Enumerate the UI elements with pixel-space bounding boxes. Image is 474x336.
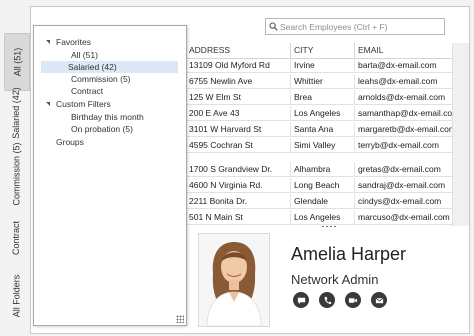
tab-commission[interactable]: Commission (5) bbox=[4, 140, 28, 208]
filter-birthday[interactable]: Birthday this month bbox=[68, 111, 147, 123]
column-header-address[interactable]: ADDRESS bbox=[186, 43, 290, 58]
grid-header: ADDRESS CITY EMAIL bbox=[186, 43, 452, 59]
filter-probation[interactable]: On probation (5) bbox=[68, 123, 136, 135]
email-icon bbox=[375, 297, 383, 303]
folder-group-favorites[interactable]: Favorites bbox=[56, 36, 91, 48]
video-button[interactable] bbox=[345, 292, 361, 308]
table-row[interactable]: 3101 W Harvard St Santa Ana margaretb@dx-e… bbox=[186, 122, 452, 137]
address-cell: 2211 Bonita Dr. bbox=[189, 196, 247, 206]
table-row[interactable]: 6755 Newlin Ave Whittier leahs@dx-email.co… bbox=[186, 74, 452, 89]
tab-all-folders[interactable]: All Folders bbox=[4, 268, 28, 324]
tab-all-folders-label: All Folders bbox=[11, 274, 22, 318]
phone-icon bbox=[324, 296, 331, 304]
column-header-email[interactable]: EMAIL bbox=[354, 43, 452, 58]
splitter-handle[interactable] bbox=[321, 225, 337, 228]
employee-name: Amelia Harper bbox=[291, 244, 407, 264]
address-cell: 125 W Elm St bbox=[189, 92, 241, 102]
table-row[interactable]: 1700 S Grandview Dr. Alhambra gretas@dx-em… bbox=[186, 162, 452, 177]
email-cell: cindys@dx-email.com bbox=[354, 194, 452, 209]
folder-item-contract[interactable]: Contract bbox=[68, 85, 106, 97]
email-button[interactable] bbox=[371, 292, 387, 308]
tab-contract-label: Contract bbox=[11, 220, 22, 256]
address-cell: 6755 Newlin Ave bbox=[189, 76, 253, 86]
table-row[interactable]: 501 N Main St Los Angeles marcuso@dx-email… bbox=[186, 210, 452, 225]
email-cell: samanthap@dx-email.com bbox=[354, 106, 452, 121]
employee-detail-card: Amelia Harper Network Admin bbox=[188, 232, 452, 327]
phone-button[interactable] bbox=[319, 292, 335, 308]
city-cell: Glendale bbox=[290, 194, 354, 209]
employee-photo bbox=[198, 233, 270, 327]
folders-popup: Favorites All (51) Salaried (42) Commiss… bbox=[33, 25, 187, 326]
address-cell: 4600 N Virginia Rd. bbox=[189, 180, 263, 190]
address-cell: 3101 W Harvard St bbox=[189, 124, 262, 134]
vertical-tab-strip: All (51) Salaried (42) Commission (5) Co… bbox=[0, 0, 30, 336]
email-cell: marcuso@dx-email.com bbox=[354, 210, 452, 225]
city-cell: Los Angeles bbox=[290, 210, 354, 225]
address-cell: 4595 Cochran St bbox=[189, 140, 253, 150]
city-cell: Whittier bbox=[290, 74, 354, 89]
table-row[interactable]: 4600 N Virginia Rd. Long Beach sandraj@dx-… bbox=[186, 178, 452, 193]
city-cell: Simi Valley bbox=[290, 138, 354, 153]
folder-item-salaried[interactable]: Salaried (42) bbox=[41, 61, 178, 73]
search-placeholder: Search Employees (Ctrl + F) bbox=[280, 21, 388, 32]
email-cell: gretas@dx-email.com bbox=[354, 162, 452, 177]
tab-salaried[interactable]: Salaried (42) bbox=[4, 80, 28, 146]
tab-all-label: All (51) bbox=[12, 47, 23, 77]
folder-item-groups[interactable]: Groups bbox=[56, 136, 84, 148]
app-window: All (51) Salaried (42) Commission (5) Co… bbox=[0, 0, 474, 336]
grid-scrollbar[interactable] bbox=[452, 43, 469, 226]
collapse-favorites-icon[interactable] bbox=[46, 40, 50, 44]
email-cell: sandraj@dx-email.com bbox=[354, 178, 452, 193]
employee-title: Network Admin bbox=[291, 272, 379, 287]
folder-item-commission[interactable]: Commission (5) bbox=[68, 73, 134, 85]
search-icon bbox=[266, 19, 280, 34]
table-row[interactable]: 200 E Ave 43 Los Angeles samanthap@dx-emai… bbox=[186, 106, 452, 121]
address-cell: 13109 Old Myford Rd bbox=[189, 60, 270, 70]
email-cell: terryb@dx-email.com bbox=[354, 138, 452, 153]
tab-contract[interactable]: Contract bbox=[4, 214, 28, 262]
city-cell: Santa Ana bbox=[290, 122, 354, 137]
video-icon bbox=[348, 297, 358, 303]
table-row[interactable]: 125 W Elm St Brea arnolds@dx-email.com bbox=[186, 90, 452, 105]
table-row[interactable]: 2211 Bonita Dr. Glendale cindys@dx-email.c… bbox=[186, 194, 452, 209]
city-cell: Long Beach bbox=[290, 178, 354, 193]
chat-icon bbox=[297, 297, 305, 304]
city-cell: Alhambra bbox=[290, 162, 354, 177]
email-cell: leahs@dx-email.com bbox=[354, 74, 452, 89]
city-cell: Los Angeles bbox=[290, 106, 354, 121]
column-header-city[interactable]: CITY bbox=[290, 43, 354, 58]
email-cell: margaretb@dx-email.com bbox=[354, 122, 452, 137]
tab-salaried-label: Salaried (42) bbox=[11, 87, 21, 139]
city-cell: Brea bbox=[290, 90, 354, 105]
email-cell: barta@dx-email.com bbox=[354, 58, 452, 73]
folder-item-all[interactable]: All (51) bbox=[68, 49, 101, 61]
collapse-custom-filters-icon[interactable] bbox=[46, 102, 50, 106]
table-row[interactable]: 13109 Old Myford Rd Irvine barta@dx-email.… bbox=[186, 58, 452, 73]
email-cell: arnolds@dx-email.com bbox=[354, 90, 452, 105]
address-cell: 200 E Ave 43 bbox=[189, 108, 240, 118]
city-cell: Irvine bbox=[290, 58, 354, 73]
address-cell: 501 N Main St bbox=[189, 212, 243, 222]
address-cell: 1700 S Grandview Dr. bbox=[189, 164, 273, 174]
search-input[interactable]: Search Employees (Ctrl + F) bbox=[265, 18, 445, 35]
table-row[interactable]: 4595 Cochran St Simi Valley terryb@dx-emai… bbox=[186, 138, 452, 153]
folder-group-custom-filters[interactable]: Custom Filters bbox=[56, 98, 111, 110]
tab-commission-label: Commission (5) bbox=[11, 142, 22, 206]
resize-grip-icon[interactable] bbox=[176, 315, 184, 323]
chat-button[interactable] bbox=[293, 292, 309, 308]
